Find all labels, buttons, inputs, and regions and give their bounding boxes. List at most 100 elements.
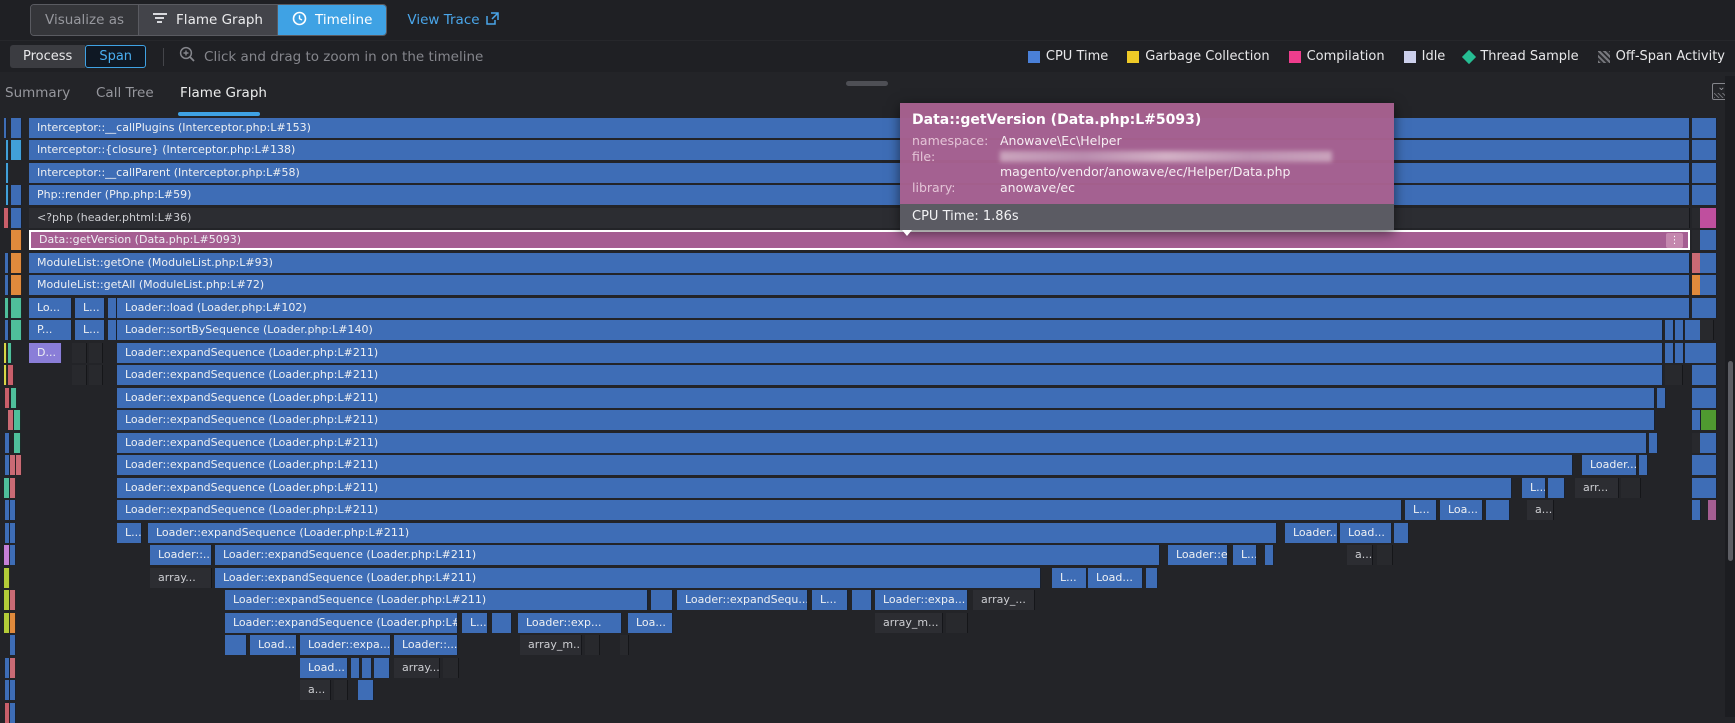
flame-chip[interactable] <box>10 523 16 543</box>
flame-chip[interactable] <box>10 500 16 520</box>
flame-bar[interactable]: L... <box>462 613 488 633</box>
flame-bar[interactable] <box>1486 500 1510 520</box>
flame-bar[interactable] <box>1708 118 1717 138</box>
flame-bar[interactable] <box>1708 433 1717 453</box>
flame-bar[interactable] <box>72 343 87 363</box>
flame-bar[interactable] <box>651 590 673 610</box>
flame-bar[interactable]: Loader::expandSequence (Loader.php:L#211… <box>117 365 1663 385</box>
flame-chip[interactable] <box>11 208 22 228</box>
flame-bar[interactable] <box>108 298 117 318</box>
tab-call-tree[interactable]: Call Tree <box>96 85 154 101</box>
flame-bar[interactable]: Loader::expandSequ... <box>677 590 808 610</box>
vertical-scrollbar[interactable] <box>1725 76 1735 717</box>
flame-bar[interactable]: Loader::expandSequence (Loader.php:L#211… <box>117 410 1655 430</box>
flame-bar[interactable]: Load... <box>1088 568 1143 588</box>
flame-bar[interactable] <box>1665 320 1674 340</box>
tab-flame-graph[interactable]: Flame Graph <box>180 85 267 101</box>
flame-bar[interactable] <box>89 343 103 363</box>
flame-bar[interactable]: a... <box>1347 545 1373 565</box>
flame-bar[interactable]: Loader::expa... <box>300 635 391 655</box>
flame-chip[interactable] <box>11 298 22 318</box>
flame-bar[interactable]: L... <box>812 590 848 610</box>
flame-bar[interactable]: L... <box>1052 568 1087 588</box>
flame-bar[interactable]: Loader... <box>1582 455 1637 475</box>
flame-bar-selected[interactable]: ⋮Data::getVersion (Data.php:L#5093) <box>29 230 1690 250</box>
flame-bar[interactable] <box>1708 478 1717 498</box>
flame-bar[interactable]: a... <box>1527 500 1554 520</box>
flame-bar[interactable]: array... <box>394 658 440 678</box>
flame-bar[interactable]: Loader::sortBySequence (Loader.php:L#140… <box>117 320 1663 340</box>
flame-bar[interactable]: L... <box>117 523 142 543</box>
flame-bar[interactable] <box>492 613 512 633</box>
flame-bar[interactable] <box>358 680 374 700</box>
flame-chip[interactable] <box>10 590 16 610</box>
flame-bar[interactable] <box>1675 343 1684 363</box>
flame-bar[interactable]: L... <box>75 320 105 340</box>
flame-bar[interactable] <box>1692 500 1701 520</box>
flame-bar[interactable]: ModuleList::getAll (ModuleList.php:L#72) <box>29 275 1690 295</box>
flame-bar[interactable]: array_m... <box>520 635 582 655</box>
flame-bar[interactable] <box>620 635 629 655</box>
flame-chip[interactable] <box>10 680 16 700</box>
flame-bar[interactable] <box>1377 545 1393 565</box>
flame-bar[interactable] <box>1665 343 1674 363</box>
flame-bar[interactable]: Interceptor::__callParent (Interceptor.p… <box>29 163 1690 183</box>
flame-bar[interactable] <box>1708 343 1717 363</box>
flame-bar[interactable]: Interceptor::__callPlugins (Interceptor.… <box>29 118 1690 138</box>
flame-chip[interactable] <box>5 433 10 453</box>
flame-bar[interactable]: array_... <box>973 590 1035 610</box>
flame-chip[interactable] <box>14 410 21 430</box>
flame-bar[interactable] <box>443 658 459 678</box>
flame-bar[interactable]: Loader::expandSequence (Loader.php:L#211… <box>117 388 1655 408</box>
flame-bar[interactable]: D... <box>29 343 62 363</box>
flame-chip[interactable] <box>11 320 22 340</box>
flame-bar[interactable] <box>362 658 372 678</box>
flame-bar[interactable]: Load... <box>300 658 348 678</box>
flame-bar[interactable]: Loader::expandSequence (Loader.php:L#211… <box>225 590 648 610</box>
flame-bar[interactable] <box>1146 568 1158 588</box>
flame-bar[interactable]: Loader::expandSequence (Loader.php:L#211… <box>148 523 1277 543</box>
flame-chip[interactable] <box>4 343 7 363</box>
flame-bar[interactable]: Loader::expandSequence (Loader.php:L#211… <box>215 545 1160 565</box>
flame-bar[interactable]: Loader... <box>1285 523 1338 543</box>
flame-bar[interactable] <box>1708 230 1717 250</box>
flame-bar[interactable]: a... <box>300 680 331 700</box>
flame-chip[interactable] <box>11 253 22 273</box>
view-trace-link[interactable]: View Trace <box>407 12 498 29</box>
flame-bar[interactable]: Loader::expandSequence (Loader.php:L#211… <box>117 343 1663 363</box>
flame-bar[interactable] <box>1639 455 1648 475</box>
flame-chip[interactable] <box>5 388 10 408</box>
flame-bar[interactable]: L... <box>1522 478 1546 498</box>
flame-bar[interactable]: arr... <box>1575 478 1619 498</box>
flame-bar[interactable] <box>1708 163 1717 183</box>
flame-chip[interactable] <box>10 545 16 565</box>
flame-chip[interactable] <box>10 658 16 678</box>
flame-chip[interactable] <box>5 253 9 273</box>
flame-bar[interactable] <box>1708 140 1717 160</box>
flame-bar[interactable] <box>89 365 103 385</box>
flame-bar[interactable] <box>1708 365 1717 385</box>
flame-bar[interactable]: Loa... <box>1440 500 1483 520</box>
flame-bar[interactable]: Loader::... <box>394 635 458 655</box>
flame-bar[interactable] <box>225 635 247 655</box>
flame-bar[interactable]: Loader::expandSequence (Loader.php:L#211… <box>117 455 1573 475</box>
flame-bar[interactable] <box>1708 455 1717 475</box>
flame-bar[interactable] <box>351 658 360 678</box>
flame-bar[interactable]: array... <box>150 568 212 588</box>
flame-bar[interactable]: Loa... <box>628 613 673 633</box>
flame-bar[interactable] <box>1621 478 1641 498</box>
flame-bar[interactable] <box>852 590 872 610</box>
scrollbar-thumb[interactable] <box>1728 361 1733 561</box>
flame-chip[interactable] <box>5 275 9 295</box>
flame-chip[interactable] <box>10 703 16 723</box>
flame-bar[interactable] <box>1700 320 1714 340</box>
flame-chip[interactable] <box>16 455 22 475</box>
flame-bar[interactable]: Loader::expandSequence (Loader.php:L#211… <box>117 478 1512 498</box>
flame-bar[interactable] <box>585 635 600 655</box>
flame-bar[interactable] <box>1265 545 1274 565</box>
flame-bar[interactable] <box>1708 298 1717 318</box>
flame-chip[interactable] <box>11 140 22 160</box>
kebab-menu-icon[interactable]: ⋮ <box>1666 233 1683 248</box>
flame-chip[interactable] <box>11 388 17 408</box>
flame-bar[interactable] <box>108 320 117 340</box>
